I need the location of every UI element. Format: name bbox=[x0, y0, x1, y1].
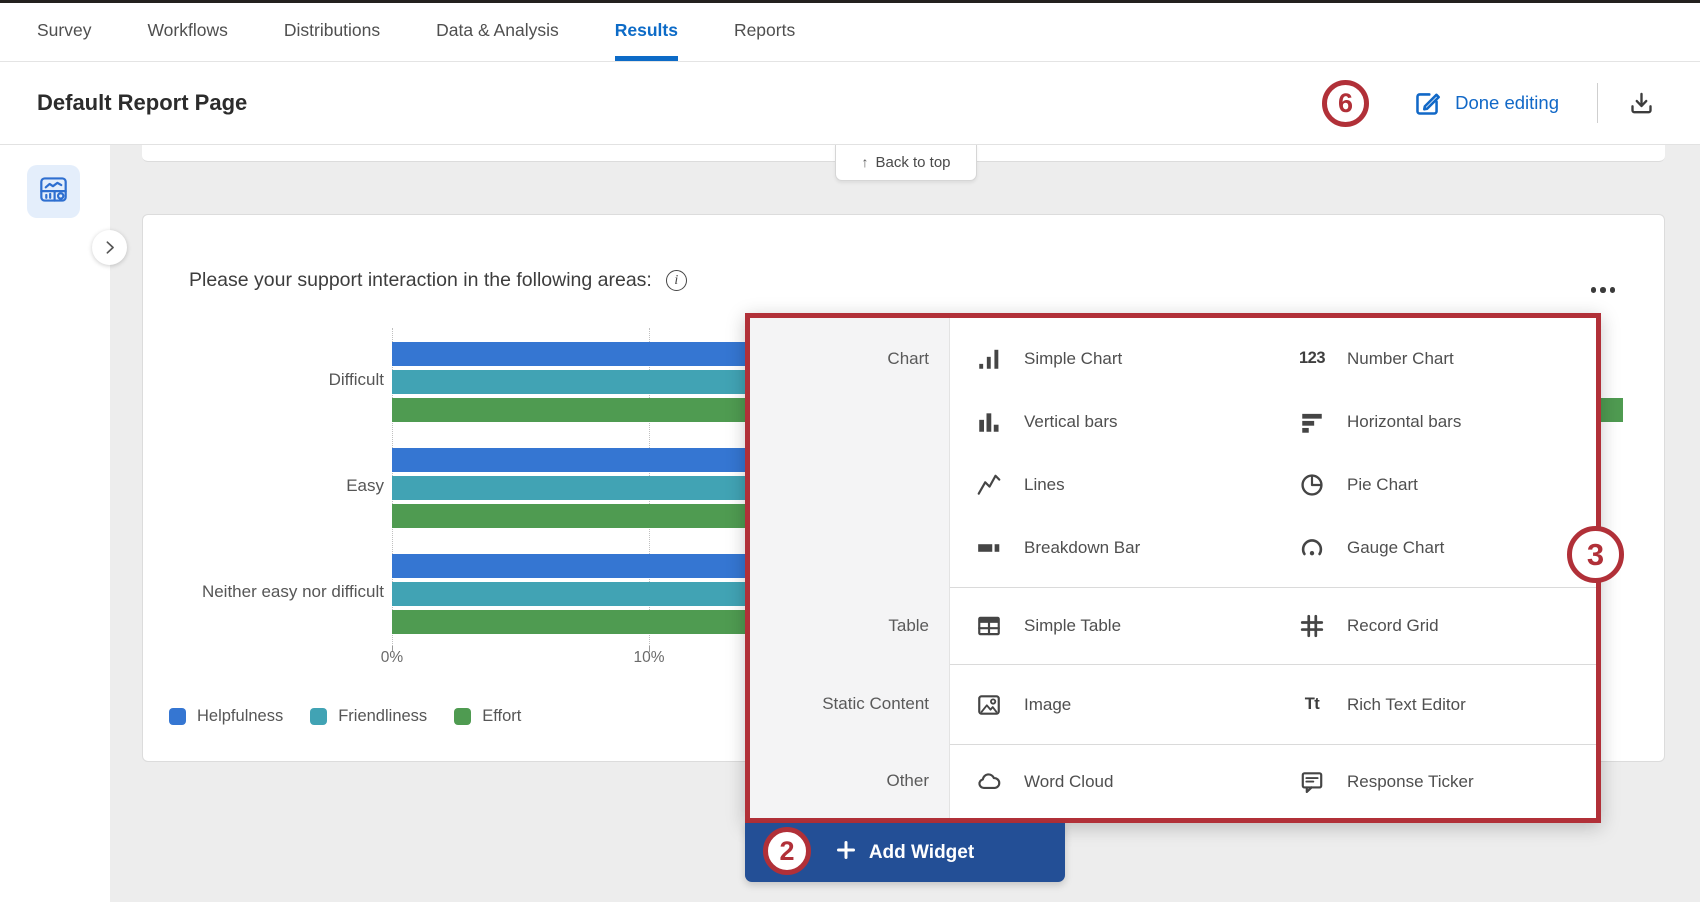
add-widget-menu: Chart Simple Chart 123 Number Chart Vertical… bbox=[745, 313, 1601, 823]
legend-label: Friendliness bbox=[338, 707, 427, 726]
simple-table-icon bbox=[974, 611, 1004, 641]
lines-icon bbox=[974, 470, 1004, 500]
menu-item-response-ticker[interactable]: Response Ticker bbox=[1273, 767, 1596, 797]
menu-item-label: Horizontal bars bbox=[1347, 412, 1461, 432]
back-to-top-label: Back to top bbox=[875, 154, 950, 171]
done-editing-button[interactable]: Done editing bbox=[1413, 89, 1559, 118]
legend-swatch bbox=[310, 708, 327, 725]
sidebar-expand-button[interactable] bbox=[92, 230, 127, 265]
widget-options-ellipsis-icon[interactable] bbox=[1587, 283, 1620, 297]
annotation-badge-6: 6 bbox=[1322, 80, 1369, 127]
header-actions: Done editing bbox=[1366, 62, 1655, 144]
menu-category-label: Table bbox=[750, 587, 950, 664]
menu-item-label: Image bbox=[1024, 695, 1071, 715]
legend-label: Helpfulness bbox=[197, 707, 283, 726]
menu-item-label: Number Chart bbox=[1347, 349, 1454, 369]
category-label: Difficult bbox=[143, 369, 384, 391]
page-title: Default Report Page bbox=[37, 90, 247, 116]
menu-section-chart: Chart Simple Chart 123 Number Chart Vertical… bbox=[750, 318, 1596, 587]
menu-item-breakdown-bar[interactable]: Breakdown Bar bbox=[950, 516, 1273, 579]
done-editing-label: Done editing bbox=[1455, 92, 1559, 114]
menu-section-static-content: Static Content Image Tt Rich Text Editor bbox=[750, 664, 1596, 744]
nav-tab-data-analysis[interactable]: Data & Analysis bbox=[436, 0, 559, 61]
legend-label: Effort bbox=[482, 707, 521, 726]
menu-item-label: Pie Chart bbox=[1347, 475, 1418, 495]
x-axis-label: 10% bbox=[609, 649, 689, 667]
image-icon bbox=[974, 690, 1004, 720]
menu-item-gauge-chart[interactable]: Gauge Chart bbox=[1273, 516, 1596, 579]
nav-tab-results[interactable]: Results bbox=[615, 0, 678, 61]
gauge-chart-icon bbox=[1297, 533, 1327, 563]
nav-tab-reports[interactable]: Reports bbox=[734, 0, 795, 61]
app-window: Survey Workflows Distributions Data & Analy… bbox=[0, 0, 1700, 902]
report-header: Default Report Page Done editing bbox=[0, 62, 1700, 145]
menu-category-label: Static Content bbox=[750, 664, 950, 744]
menu-item-record-grid[interactable]: Record Grid bbox=[1273, 611, 1596, 641]
header-divider bbox=[1597, 83, 1598, 123]
arrow-up-icon: ↑ bbox=[861, 154, 868, 170]
menu-item-horizontal-bars[interactable]: Horizontal bars bbox=[1273, 390, 1596, 453]
menu-item-label: Breakdown Bar bbox=[1024, 538, 1140, 558]
legend-item-friendliness: Friendliness bbox=[310, 707, 427, 726]
widget-title: Please your support interaction in the f… bbox=[189, 269, 652, 292]
add-widget-label: Add Widget bbox=[869, 842, 974, 864]
menu-item-label: Rich Text Editor bbox=[1347, 695, 1466, 715]
category-label: Neither easy nor difficult bbox=[143, 581, 384, 603]
breakdown-bar-icon bbox=[974, 533, 1004, 563]
vertical-bars-icon bbox=[974, 407, 1004, 437]
response-ticker-icon bbox=[1297, 767, 1327, 797]
rich-text-editor-icon: Tt bbox=[1297, 690, 1327, 720]
pie-chart-icon bbox=[1297, 470, 1327, 500]
menu-category-label: Chart bbox=[750, 318, 950, 587]
menu-item-rich-text-editor[interactable]: Tt Rich Text Editor bbox=[1273, 690, 1596, 720]
menu-item-image[interactable]: Image bbox=[950, 690, 1273, 720]
word-cloud-icon bbox=[974, 767, 1004, 797]
menu-item-label: Gauge Chart bbox=[1347, 538, 1444, 558]
category-label: Easy bbox=[143, 475, 384, 497]
menu-item-label: Vertical bars bbox=[1024, 412, 1118, 432]
nav-tab-distributions[interactable]: Distributions bbox=[284, 0, 380, 61]
plus-icon bbox=[836, 840, 856, 865]
annotation-badge-3: 3 bbox=[1567, 526, 1624, 583]
download-button[interactable] bbox=[1628, 90, 1655, 117]
number-chart-icon: 123 bbox=[1297, 344, 1327, 374]
simple-chart-icon bbox=[974, 344, 1004, 374]
menu-item-label: Lines bbox=[1024, 475, 1065, 495]
annotation-badge-2: 2 bbox=[763, 827, 811, 875]
menu-item-vertical-bars[interactable]: Vertical bars bbox=[950, 390, 1273, 453]
menu-item-number-chart[interactable]: 123 Number Chart bbox=[1273, 327, 1596, 390]
x-axis-label: 0% bbox=[352, 649, 432, 667]
menu-item-label: Record Grid bbox=[1347, 616, 1439, 636]
menu-item-lines[interactable]: Lines bbox=[950, 453, 1273, 516]
report-chart-icon bbox=[38, 174, 69, 210]
menu-item-word-cloud[interactable]: Word Cloud bbox=[950, 767, 1273, 797]
menu-category-label: Other bbox=[750, 744, 950, 818]
menu-item-label: Simple Chart bbox=[1024, 349, 1122, 369]
menu-section-table: Table Simple Table Record Grid bbox=[750, 587, 1596, 664]
legend-item-effort: Effort bbox=[454, 707, 521, 726]
edit-icon bbox=[1413, 89, 1442, 118]
menu-item-pie-chart[interactable]: Pie Chart bbox=[1273, 453, 1596, 516]
menu-item-label: Response Ticker bbox=[1347, 772, 1474, 792]
menu-item-label: Simple Table bbox=[1024, 616, 1121, 636]
menu-item-simple-chart[interactable]: Simple Chart bbox=[950, 327, 1273, 390]
menu-item-simple-table[interactable]: Simple Table bbox=[950, 611, 1273, 641]
menu-section-other: Other Word Cloud Response Ticker bbox=[750, 744, 1596, 818]
report-pages-button[interactable] bbox=[27, 165, 80, 218]
back-to-top-button[interactable]: ↑ Back to top bbox=[835, 144, 977, 181]
top-nav: Survey Workflows Distributions Data & Analy… bbox=[0, 0, 1700, 62]
chart-legend: Helpfulness Friendliness Effort bbox=[169, 707, 521, 726]
left-sidebar bbox=[0, 144, 110, 902]
legend-item-helpfulness: Helpfulness bbox=[169, 707, 283, 726]
nav-tab-workflows[interactable]: Workflows bbox=[147, 0, 227, 61]
legend-swatch bbox=[169, 708, 186, 725]
record-grid-icon bbox=[1297, 611, 1327, 641]
info-icon[interactable]: i bbox=[666, 270, 687, 291]
legend-swatch bbox=[454, 708, 471, 725]
menu-item-label: Word Cloud bbox=[1024, 772, 1113, 792]
horizontal-bars-icon bbox=[1297, 407, 1327, 437]
nav-tab-survey[interactable]: Survey bbox=[37, 0, 91, 61]
